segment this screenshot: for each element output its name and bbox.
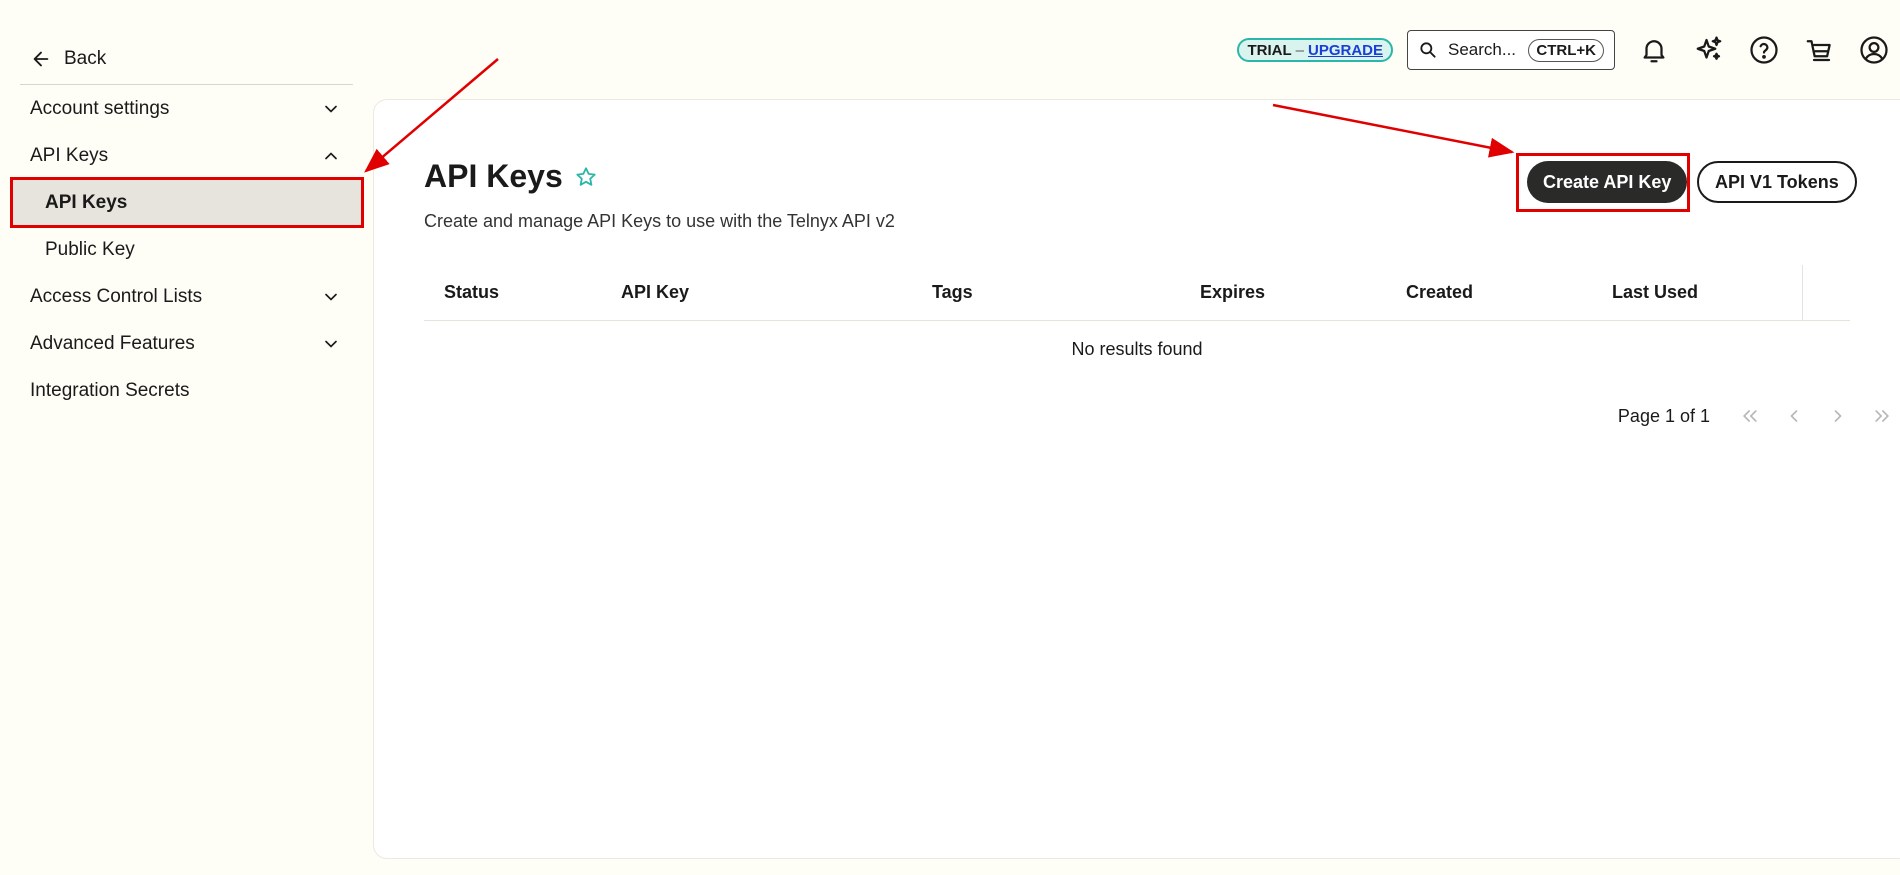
chevron-right-icon: [1834, 410, 1842, 422]
sidebar-item-account-settings[interactable]: Account settings: [20, 85, 353, 132]
create-api-key-button[interactable]: Create API Key: [1527, 161, 1688, 203]
pagination-label: Page 1 of 1: [1617, 405, 1710, 426]
page-subtitle: Create and manage API Keys to use with t…: [424, 211, 895, 231]
chevron-up-icon: [325, 151, 337, 159]
sidebar-item-api-keys-group[interactable]: API Keys: [20, 132, 353, 179]
sidebar-item-label: Advanced Features: [30, 332, 195, 354]
column-header-expires[interactable]: Expires: [1180, 282, 1386, 303]
sidebar-item-label: Access Control Lists: [30, 285, 203, 307]
trial-label: TRIAL: [1247, 41, 1292, 59]
account-button[interactable]: [1858, 34, 1890, 66]
upgrade-link[interactable]: UPGRADE: [1308, 42, 1383, 59]
last-page-button[interactable]: [1860, 400, 1900, 432]
api-v1-tokens-button[interactable]: API V1 Tokens: [1697, 161, 1857, 203]
sidebar-item-integration-secrets[interactable]: Integration Secrets: [20, 367, 353, 414]
main-panel: API Keys Create and manage API Keys to u…: [373, 99, 1900, 859]
column-divider: [1802, 265, 1803, 321]
cart-icon: [1806, 40, 1831, 62]
sparkles-icon: [1696, 36, 1722, 60]
column-header-last-used[interactable]: Last Used: [1592, 282, 1792, 303]
sidebar-item-label: API Keys: [30, 144, 109, 166]
cart-button[interactable]: [1803, 34, 1835, 66]
arrow-left-icon: [33, 51, 49, 67]
help-circle-icon: [1750, 36, 1778, 64]
search-shortcut-badge: CTRL+K: [1528, 38, 1604, 62]
sidebar-item-advanced-features[interactable]: Advanced Features: [20, 320, 353, 367]
empty-state-message: No results found: [1071, 339, 1203, 359]
star-icon[interactable]: [575, 166, 597, 188]
sidebar-item-label: Public Key: [45, 238, 135, 260]
column-header-tags[interactable]: Tags: [912, 282, 1180, 303]
api-keys-table: Status API Key Tags Expires Created Last…: [424, 265, 1850, 360]
bell-icon: [1643, 40, 1665, 63]
next-page-button[interactable]: [1816, 400, 1860, 432]
top-bar: TRIAL – UPGRADE Search... CTRL+K: [1237, 28, 1890, 72]
sidebar: Back Account settings API Keys API Keys …: [10, 40, 364, 414]
back-label: Back: [64, 48, 107, 69]
trial-separator: –: [1295, 41, 1304, 59]
sidebar-item-api-keys[interactable]: API Keys: [10, 177, 364, 228]
table-header: Status API Key Tags Expires Created Last…: [424, 265, 1850, 321]
chevrons-left-icon: [1742, 410, 1757, 422]
user-circle-icon: [1860, 36, 1888, 64]
app-root: Back Account settings API Keys API Keys …: [0, 0, 1900, 875]
notifications-button[interactable]: [1638, 34, 1670, 66]
previous-page-button[interactable]: [1772, 400, 1816, 432]
title-row: API Keys: [424, 158, 597, 195]
search-icon: [1420, 42, 1436, 58]
sidebar-item-label: API Keys: [45, 191, 128, 213]
sidebar-item-access-control-lists[interactable]: Access Control Lists: [20, 273, 353, 320]
chevron-left-icon: [1790, 410, 1798, 422]
trial-badge: TRIAL – UPGRADE: [1237, 38, 1393, 62]
help-button[interactable]: [1748, 34, 1780, 66]
sidebar-item-label: Integration Secrets: [30, 379, 190, 401]
sidebar-item-public-key[interactable]: Public Key: [20, 226, 353, 273]
back-link[interactable]: Back: [20, 40, 353, 78]
chevron-down-icon: [325, 340, 337, 348]
ai-assistant-button[interactable]: [1693, 34, 1725, 66]
search-input[interactable]: Search... CTRL+K: [1407, 30, 1615, 70]
column-header-created[interactable]: Created: [1386, 282, 1592, 303]
sidebar-item-label: Account settings: [30, 97, 170, 119]
first-page-button[interactable]: [1728, 400, 1772, 432]
chevrons-right-icon: [1875, 410, 1890, 422]
column-header-api-key[interactable]: API Key: [601, 282, 912, 303]
page-title: API Keys: [424, 158, 563, 194]
chevron-down-icon: [325, 105, 337, 113]
pagination: Page 1 of 1: [1618, 400, 1900, 432]
column-header-status[interactable]: Status: [424, 282, 601, 303]
chevron-down-icon: [325, 293, 337, 301]
search-placeholder: Search...: [1448, 40, 1517, 59]
